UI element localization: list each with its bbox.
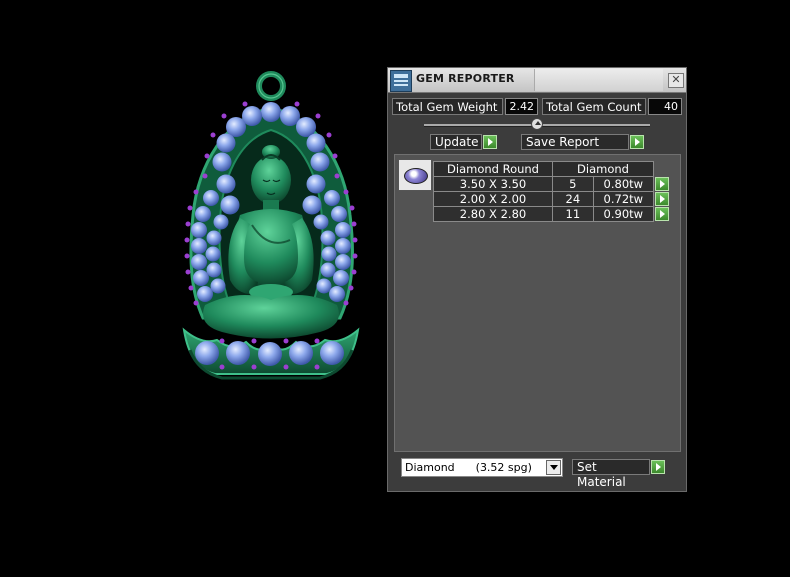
gem-count: 11 xyxy=(552,206,594,222)
gem-weight: 0.72tw xyxy=(592,191,655,207)
gem-type-header: Diamond xyxy=(552,161,654,177)
gem-weight: 0.80tw xyxy=(592,176,655,192)
buddha-pendant-model xyxy=(182,71,360,380)
header-spacer xyxy=(653,161,672,177)
total-gem-count-label: Total Gem Count xyxy=(542,98,646,115)
update-button[interactable] xyxy=(483,135,497,149)
total-gem-weight-value: 2.42 xyxy=(505,98,538,115)
gem-table-header: Diamond Round Diamond xyxy=(433,161,672,177)
table-row[interactable]: 2.00 X 2.00 24 0.72tw xyxy=(433,191,672,207)
table-row[interactable]: 3.50 X 3.50 5 0.80tw xyxy=(433,176,672,192)
set-material-button-label[interactable]: Set Material xyxy=(572,459,650,489)
play-arrow-icon[interactable] xyxy=(655,207,669,221)
gem-weight: 0.90tw xyxy=(592,206,655,222)
material-selected-value: Diamond (3.52 spg) xyxy=(405,461,532,474)
diamond-round-icon[interactable] xyxy=(398,159,432,191)
total-gem-weight-label: Total Gem Weight xyxy=(392,98,503,115)
row-action-cell xyxy=(653,176,672,192)
3d-viewport[interactable] xyxy=(0,0,380,574)
gem-shape-header: Diamond Round xyxy=(433,161,553,177)
gem-table: Diamond Round Diamond 3.50 X 3.50 5 0.80… xyxy=(433,161,672,222)
row-action-cell xyxy=(653,206,672,222)
close-icon[interactable]: ✕ xyxy=(668,73,684,88)
table-row[interactable]: 2.80 X 2.80 11 0.90tw xyxy=(433,206,672,222)
material-select[interactable]: Diamond (3.52 spg) xyxy=(401,458,563,477)
title-bar[interactable]: GEM REPORTER ✕ xyxy=(388,68,686,93)
window-title: GEM REPORTER xyxy=(416,72,515,85)
gem-list-area: Diamond Round Diamond 3.50 X 3.50 5 0.80… xyxy=(394,154,681,452)
save-report-button[interactable] xyxy=(630,135,644,149)
total-gem-count-value: 40 xyxy=(648,98,682,115)
gem-reporter-app-icon xyxy=(390,70,412,92)
slider-knob-icon[interactable] xyxy=(531,118,543,130)
gem-size: 3.50 X 3.50 xyxy=(433,176,553,192)
title-bar-spacer xyxy=(534,69,663,91)
gem-count: 5 xyxy=(552,176,594,192)
gem-size: 2.80 X 2.80 xyxy=(433,206,553,222)
row-action-cell xyxy=(653,191,672,207)
gem-size: 2.00 X 2.00 xyxy=(433,191,553,207)
gem-shape xyxy=(404,168,428,184)
play-arrow-icon[interactable] xyxy=(655,192,669,206)
dropdown-arrow-icon[interactable] xyxy=(546,460,561,475)
set-material-button[interactable] xyxy=(651,460,665,474)
save-report-button-label[interactable]: Save Report xyxy=(521,134,629,150)
play-arrow-icon[interactable] xyxy=(655,177,669,191)
gem-count: 24 xyxy=(552,191,594,207)
update-button-label[interactable]: Update xyxy=(430,134,482,150)
gem-reporter-panel: GEM REPORTER ✕ Total Gem Weight 2.42 Tot… xyxy=(387,67,687,492)
